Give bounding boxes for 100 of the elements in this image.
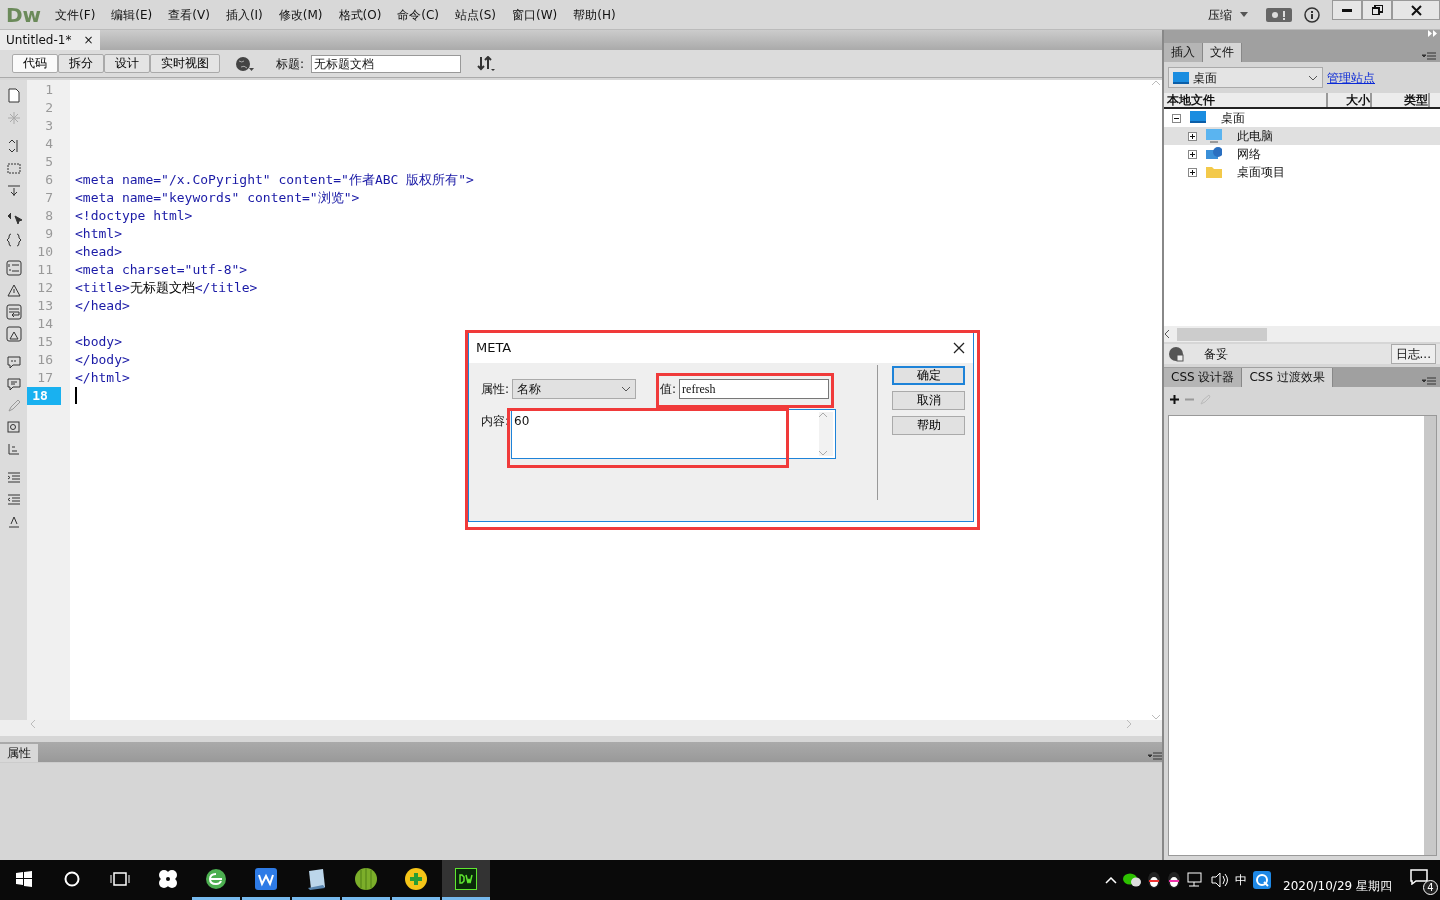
uncomment-icon[interactable] [5, 376, 22, 392]
indent-icon[interactable] [5, 470, 22, 486]
braces-icon[interactable] [5, 232, 22, 248]
hierarchy-icon[interactable] [5, 442, 22, 458]
column-header[interactable]: 大小 [1328, 93, 1372, 107]
line-number: 18 [27, 387, 61, 405]
globe-icon[interactable] [1168, 346, 1184, 362]
scroll-left-icon[interactable] [1164, 330, 1169, 338]
tab-close-button[interactable]: × [83, 31, 94, 49]
view-button[interactable]: 代码 [12, 54, 58, 73]
code-line: <!doctype html> [75, 207, 193, 225]
chevron-up-icon[interactable] [1105, 876, 1117, 884]
expander-icon[interactable] [1188, 149, 1197, 159]
location-dropdown[interactable]: 桌面 [1168, 67, 1323, 88]
wrap-icon[interactable] [5, 304, 22, 320]
content-label: 内容: [481, 413, 510, 430]
menu-item[interactable]: 命令(C) [389, 5, 448, 24]
menu-item[interactable]: 站点(S) [447, 5, 505, 24]
vertical-scrollbar[interactable] [1424, 416, 1436, 855]
panel-tab[interactable]: CSS 设计器 [1164, 368, 1243, 387]
search-box-icon[interactable] [5, 420, 22, 436]
panel-tab[interactable]: 插入 [1164, 43, 1203, 62]
comment-icon[interactable] [5, 354, 22, 370]
compress-menu[interactable]: 压缩 [1200, 5, 1240, 24]
dialog-button[interactable]: 确定 [892, 366, 965, 385]
dashed-box-icon[interactable] [5, 160, 22, 176]
warning-icon[interactable] [5, 282, 22, 298]
panel-menu-icon[interactable] [1148, 752, 1162, 762]
message-icon [1410, 869, 1428, 885]
sort-icon[interactable] [477, 55, 496, 72]
minimize-button[interactable] [1332, 0, 1362, 20]
line-number: 13 [36, 297, 54, 315]
restore-button[interactable] [1362, 0, 1392, 20]
attribute-dropdown[interactable]: 名称 [512, 379, 637, 399]
tree-item[interactable]: 桌面 [1164, 109, 1440, 127]
tree-item[interactable]: 此电脑 [1164, 127, 1440, 145]
outdent-icon[interactable] [5, 492, 22, 508]
expander-icon[interactable] [1172, 113, 1181, 123]
dialog-button[interactable]: 取消 [892, 391, 965, 410]
panel-tab[interactable]: 文件 [1203, 43, 1242, 62]
globe-icon[interactable] [236, 55, 254, 72]
menu-item[interactable]: 编辑(E) [103, 5, 161, 24]
title-field[interactable]: 无标题文档 [311, 54, 462, 73]
clock-date[interactable]: 2020/10/29 星期四 [1283, 865, 1392, 895]
dialog-button[interactable]: 帮助 [892, 416, 965, 435]
view-button[interactable]: 拆分 [58, 54, 104, 73]
tree-item[interactable]: 网络 [1164, 145, 1440, 163]
panel-tab[interactable]: 属性 [0, 744, 38, 762]
view-button[interactable]: 实时视图 [150, 54, 220, 73]
expand-arrows-icon[interactable] [1428, 30, 1437, 37]
view-button[interactable]: 设计 [104, 54, 150, 73]
plus-icon[interactable] [1170, 394, 1179, 404]
volume-icon[interactable] [1211, 872, 1229, 888]
column-header[interactable]: 类型 [1372, 93, 1430, 107]
line-number: 2 [44, 99, 54, 117]
list-icon[interactable] [5, 260, 22, 276]
network-icon[interactable] [1187, 872, 1205, 888]
expander-icon[interactable] [1188, 131, 1197, 141]
pinwheel-icon [157, 867, 179, 890]
line-number: 1 [44, 81, 54, 99]
close-button[interactable] [1392, 0, 1440, 20]
line-number: 14 [36, 315, 54, 333]
panel-tab[interactable]: CSS 过渡效果 [1242, 368, 1333, 387]
image-warning-icon[interactable] [5, 326, 22, 342]
penguin-icon[interactable] [1167, 871, 1181, 889]
info-icon[interactable] [1304, 6, 1320, 23]
q-app-icon[interactable] [1253, 871, 1271, 889]
task-view-icon [110, 871, 130, 886]
search-icon [64, 870, 80, 887]
menu-item[interactable]: 窗口(W) [504, 5, 566, 24]
dialog-title: META [476, 339, 512, 358]
cursor-icon[interactable] [5, 210, 22, 226]
menu-item[interactable]: 格式(O) [330, 5, 390, 24]
taskbar-app[interactable] [442, 860, 490, 900]
gear-alert-icon[interactable] [1266, 7, 1292, 22]
ime-indicator[interactable]: 中 [1235, 871, 1247, 889]
close-icon[interactable] [953, 342, 965, 354]
tab-title: Untitled-1* [6, 32, 72, 49]
column-header[interactable]: 本地文件 [1164, 93, 1328, 107]
code-line: <head> [75, 243, 122, 261]
tree-item[interactable]: 桌面项目 [1164, 163, 1440, 181]
menu-item[interactable]: 修改(M) [270, 5, 331, 24]
log-button[interactable]: 日志... [1390, 344, 1436, 364]
code-line: <meta charset="utf-8"> [75, 261, 248, 279]
document-tab[interactable]: Untitled-1* × [0, 30, 100, 50]
penguin-icon[interactable] [1147, 871, 1161, 889]
menu-item[interactable]: 文件(F) [47, 5, 104, 24]
panel-menu-icon[interactable] [1422, 52, 1436, 62]
menu-item[interactable]: 插入(I) [217, 5, 271, 24]
value-field[interactable]: refresh [679, 379, 830, 399]
expander-icon[interactable] [1188, 167, 1197, 177]
chat-icon[interactable] [1123, 873, 1141, 887]
manage-sites-link[interactable]: 管理站点 [1327, 68, 1375, 87]
panel-menu-icon[interactable] [1422, 377, 1436, 387]
menu-item[interactable]: 查看(V) [160, 5, 218, 24]
caret-icon[interactable] [1240, 12, 1248, 17]
collapse-icon[interactable] [5, 182, 22, 198]
page-icon[interactable] [5, 88, 22, 104]
menu-item[interactable]: 帮助(H) [565, 5, 624, 24]
scrollbar-thumb[interactable] [1177, 327, 1267, 341]
